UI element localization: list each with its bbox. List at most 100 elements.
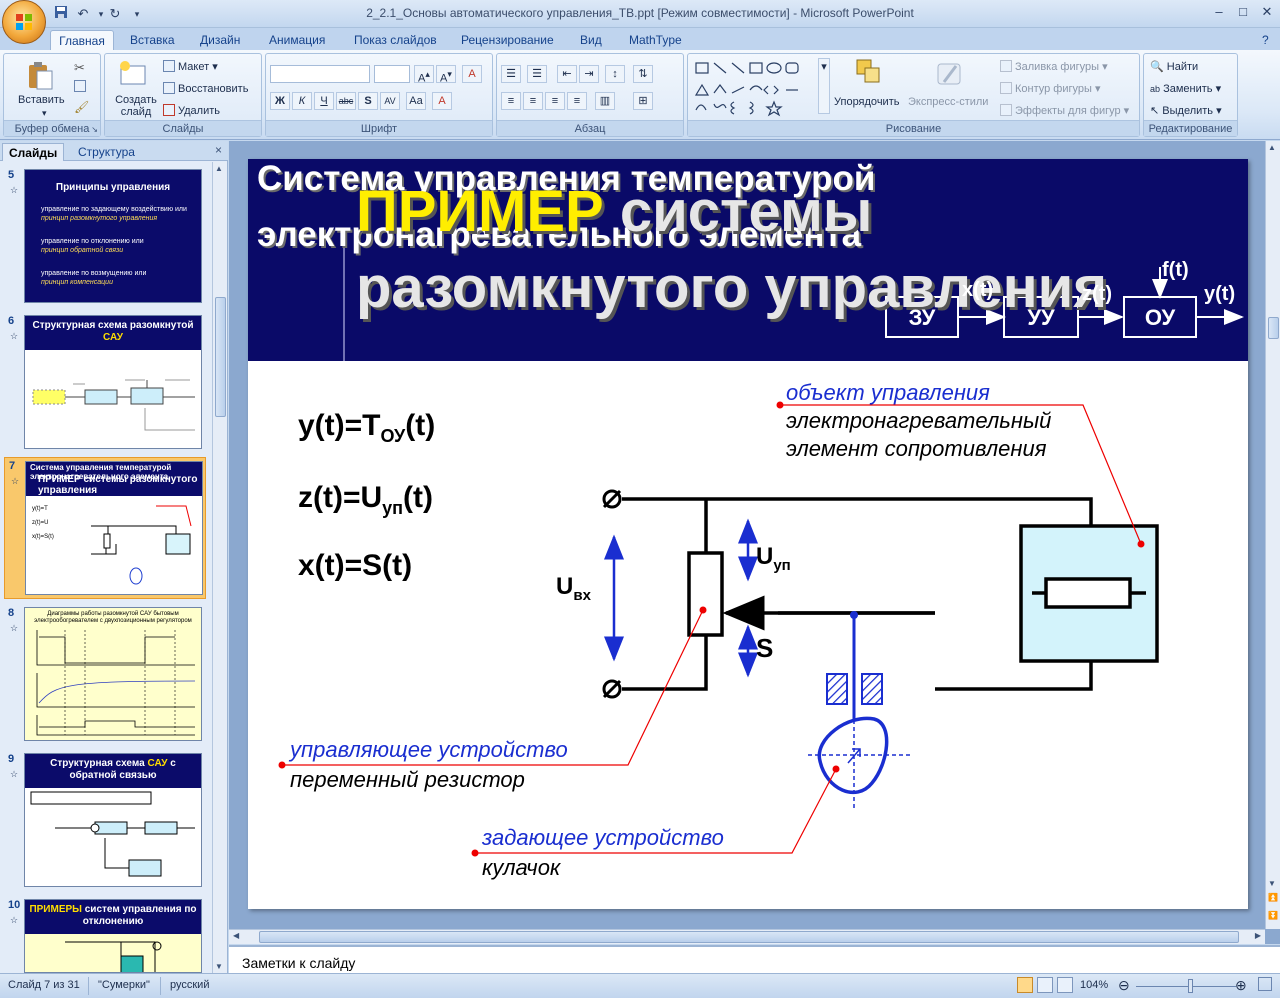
numbering-icon[interactable]: ☰	[527, 65, 547, 83]
zoom-slider-thumb[interactable]	[1188, 979, 1193, 993]
line-spacing-icon[interactable]: ↕	[605, 65, 625, 83]
align-right-icon[interactable]: ≡	[545, 92, 565, 110]
shape-effects-button[interactable]: Эффекты для фигур ▾	[1000, 104, 1129, 117]
slide-horizontal-scrollbar[interactable]: ◀ ▶	[229, 929, 1265, 944]
slide-overlay-title[interactable]: ПРИМЕР системы	[356, 181, 872, 243]
scroll-down-icon[interactable]: ▼	[1268, 879, 1276, 888]
change-case-icon[interactable]: Aa	[406, 92, 426, 110]
previous-slide-icon[interactable]: ⏫	[1268, 893, 1278, 902]
slides-pane-scrollbar[interactable]: ▲ ▼	[212, 162, 227, 973]
scroll-up-icon[interactable]: ▲	[1268, 143, 1276, 152]
shrink-font-icon[interactable]: A▾	[436, 65, 456, 85]
tab-view[interactable]: Вид	[576, 30, 606, 50]
notes-pane[interactable]: Заметки к слайду	[229, 945, 1280, 973]
paste-dropdown-icon[interactable]: ▾	[42, 108, 47, 119]
status-theme[interactable]: "Сумерки"	[98, 979, 150, 991]
decrease-indent-icon[interactable]: ⇤	[557, 65, 577, 83]
thumb-title: Структурная схема разомкнутой САУ	[25, 316, 201, 350]
scroll-left-icon[interactable]: ◀	[233, 931, 239, 940]
clipboard-launcher-icon[interactable]: ↘	[91, 125, 98, 134]
align-left-icon[interactable]: ≡	[501, 92, 521, 110]
bold-icon[interactable]: Ж	[270, 92, 290, 110]
new-slide-button[interactable]: Создать слайд	[113, 94, 159, 118]
maximize-button[interactable]: □	[1232, 3, 1254, 21]
tab-insert[interactable]: Вставка	[126, 30, 179, 50]
tab-slideshow[interactable]: Показ слайдов	[350, 30, 441, 50]
zoom-in-icon[interactable]: ⊕	[1235, 977, 1247, 994]
next-slide-icon[interactable]: ⏬	[1268, 911, 1278, 920]
grow-font-icon[interactable]: A▴	[414, 65, 434, 85]
replace-button[interactable]: ab Заменить ▾	[1150, 82, 1221, 95]
slide-vertical-scrollbar[interactable]: ▲ ▼ ⏫ ⏬	[1265, 141, 1280, 929]
help-icon[interactable]: ?	[1258, 30, 1273, 50]
zoom-out-icon[interactable]: ⊖	[1118, 977, 1130, 994]
italic-icon[interactable]: К	[292, 92, 312, 110]
slideshow-view-icon[interactable]	[1057, 977, 1073, 996]
slide-thumb-7[interactable]: 7 ☆ Система управления температурой элек…	[4, 457, 206, 599]
slide-thumb-5[interactable]: 5 ☆ Принципы управления управление по за…	[4, 167, 206, 305]
columns-icon[interactable]: ▥	[595, 92, 615, 110]
reset-icon	[163, 82, 175, 94]
zoom-level[interactable]: 104%	[1080, 979, 1108, 991]
slide-canvas[interactable]: Система управления температурой электрон…	[248, 159, 1248, 909]
tab-review[interactable]: Рецензирование	[457, 30, 558, 50]
title-bar: ↶ ▾ ↻ ▾ 2_2.1_Основы автоматического упр…	[0, 0, 1280, 44]
slide-thumb-8[interactable]: 8 ☆ Диаграммы работы разомкнутой САУ быт…	[4, 605, 206, 743]
tab-home[interactable]: Главная	[50, 30, 114, 50]
strikethrough-icon[interactable]: abc	[336, 92, 356, 110]
char-spacing-icon[interactable]: AV	[380, 92, 400, 110]
clear-format-icon[interactable]: A	[462, 65, 482, 83]
text-direction-icon[interactable]: ⇅	[633, 65, 653, 83]
slide-sorter-icon[interactable]	[1037, 977, 1053, 996]
shape-fill-button[interactable]: Заливка фигуры ▾	[1000, 60, 1108, 73]
office-button[interactable]	[2, 0, 46, 44]
arrange-button[interactable]: Упорядочить	[834, 96, 899, 108]
format-painter-icon[interactable]: 🖌	[74, 100, 89, 114]
cut-icon[interactable]: ✂	[74, 60, 85, 76]
select-button[interactable]: ↖ Выделить ▾	[1150, 104, 1222, 117]
close-button[interactable]: ✕	[1256, 3, 1278, 21]
align-center-icon[interactable]: ≡	[523, 92, 543, 110]
copy-icon[interactable]	[74, 80, 89, 93]
reset-button[interactable]: Восстановить	[163, 82, 248, 95]
zoom-slider-track[interactable]	[1136, 986, 1236, 987]
slide-thumb-9[interactable]: 9 ☆ Структурная схема САУ с обратной свя…	[4, 751, 206, 889]
tab-slides-pane[interactable]: Слайды	[2, 143, 65, 161]
shadow-icon[interactable]: S	[358, 92, 378, 110]
find-button[interactable]: 🔍 Найти	[1150, 60, 1198, 73]
align-text-icon[interactable]: ⊞	[633, 92, 653, 110]
scroll-right-icon[interactable]: ▶	[1255, 931, 1261, 940]
font-color-icon[interactable]: A	[432, 92, 452, 110]
scroll-down-icon[interactable]: ▼	[215, 962, 223, 971]
shapes-gallery-scroll[interactable]: ▾	[818, 58, 830, 114]
underline-icon[interactable]: Ч	[314, 92, 334, 110]
scroll-up-icon[interactable]: ▲	[215, 164, 223, 173]
slide-thumb-10[interactable]: 10 ☆ ПРИМЕРЫ систем управления по отклон…	[4, 897, 206, 973]
scroll-thumb[interactable]	[215, 297, 226, 417]
scroll-thumb[interactable]	[1268, 317, 1279, 339]
tab-design[interactable]: Дизайн	[196, 30, 244, 50]
tab-animation[interactable]: Анимация	[265, 30, 329, 50]
paste-button[interactable]: Вставить	[18, 94, 65, 106]
layout-button[interactable]: Макет ▾	[163, 60, 218, 73]
increase-indent-icon[interactable]: ⇥	[579, 65, 599, 83]
font-size-combo[interactable]	[374, 65, 410, 83]
slide-thumb-6[interactable]: 6 ☆ Структурная схема разомкнутой САУ	[4, 313, 206, 451]
tab-outline-pane[interactable]: Структура	[72, 143, 141, 161]
normal-view-icon[interactable]	[1017, 977, 1033, 996]
shapes-gallery-icon[interactable]	[694, 60, 818, 118]
font-name-combo[interactable]	[270, 65, 370, 83]
hscroll-thumb[interactable]	[259, 931, 1239, 943]
justify-icon[interactable]: ≡	[567, 92, 587, 110]
minimize-button[interactable]: –	[1208, 3, 1230, 21]
shape-outline-button[interactable]: Контур фигуры ▾	[1000, 82, 1101, 95]
slide-overlay-line2[interactable]: разомкнутого управления	[356, 257, 1107, 319]
tab-mathtype[interactable]: MathType	[625, 30, 686, 50]
fit-to-window-icon[interactable]	[1258, 977, 1272, 994]
delete-slide-button[interactable]: Удалить	[163, 104, 220, 117]
thumb-content: Система управления температурой электрон…	[25, 461, 203, 595]
quick-styles-button[interactable]: Экспресс-стили	[908, 96, 988, 108]
close-pane-icon[interactable]: ×	[215, 143, 222, 157]
bullets-icon[interactable]: ☰	[501, 65, 521, 83]
status-language[interactable]: русский	[170, 979, 209, 991]
